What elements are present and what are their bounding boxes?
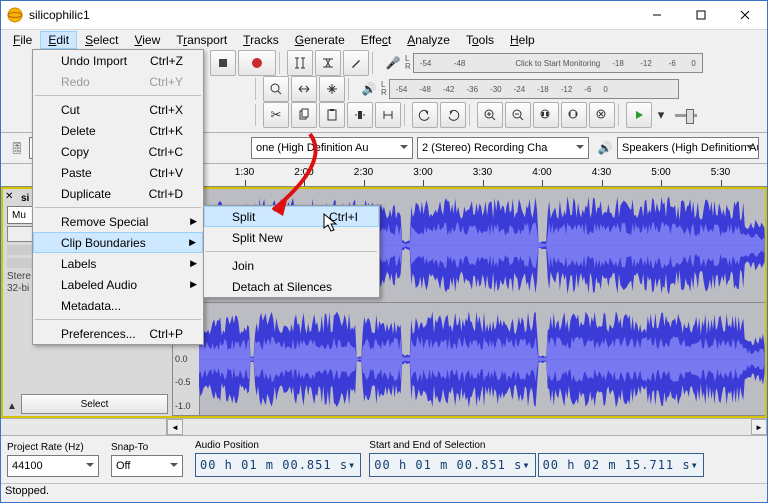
app-icon: [7, 7, 23, 23]
selection-start-display[interactable]: 00 h 01 m 00.851 s▾: [369, 453, 535, 477]
menu-tracks[interactable]: Tracks: [235, 31, 287, 49]
playback-device-combo[interactable]: Speakers (High Definition Audio: [617, 137, 759, 159]
zoom-toggle-button[interactable]: [589, 102, 615, 128]
track-close-button[interactable]: ✕: [5, 191, 13, 202]
selection-toolbar: Project Rate (Hz) 44100 Snap-To Off Audi…: [1, 435, 767, 483]
mic-icon: 🎤: [383, 56, 403, 70]
menu-item-labeled-audio[interactable]: Labeled Audio▶: [33, 274, 203, 295]
horizontal-scrollbar[interactable]: ◄ ►: [1, 418, 767, 435]
playback-meter[interactable]: -54-48-42-36-30-24-18-12-60: [389, 79, 679, 99]
menu-effect[interactable]: Effect: [353, 31, 399, 49]
menu-item-delete[interactable]: DeleteCtrl+K: [33, 120, 203, 141]
menu-item-metadata-[interactable]: Metadata...: [33, 295, 203, 316]
collapse-icon[interactable]: ▲: [7, 401, 17, 412]
fit-project-button[interactable]: [561, 102, 587, 128]
submenu-item-join[interactable]: Join: [204, 255, 379, 276]
silence-button[interactable]: [375, 102, 401, 128]
submenu-item-split-new[interactable]: Split New: [204, 227, 379, 248]
menu-item-labels[interactable]: Labels▶: [33, 253, 203, 274]
zoom-in-button[interactable]: [477, 102, 503, 128]
maximize-button[interactable]: [679, 1, 723, 29]
menu-item-paste[interactable]: PasteCtrl+V: [33, 162, 203, 183]
status-bar: Stopped.: [1, 483, 767, 502]
paste-button[interactable]: [319, 102, 345, 128]
window-title: silicophilic1: [29, 8, 635, 22]
snap-to-combo[interactable]: Off: [111, 455, 183, 477]
recording-device-combo[interactable]: one (High Definition Au: [251, 137, 413, 159]
redo-button[interactable]: [440, 102, 466, 128]
waveform-graphic: [199, 303, 765, 416]
selection-end-display[interactable]: 00 h 02 m 15.711 s▾: [538, 453, 704, 477]
menu-item-clip-boundaries[interactable]: Clip Boundaries▶: [33, 232, 203, 253]
copy-button[interactable]: [291, 102, 317, 128]
menu-item-copy[interactable]: CopyCtrl+C: [33, 141, 203, 162]
zoom-out-button[interactable]: [505, 102, 531, 128]
cut-button[interactable]: ✂: [263, 102, 289, 128]
undo-button[interactable]: [412, 102, 438, 128]
envelope-tool[interactable]: [315, 50, 341, 76]
audio-host-icon: 🎚: [7, 141, 27, 155]
menu-item-undo-import[interactable]: Undo ImportCtrl+Z: [33, 50, 203, 71]
clip-boundaries-submenu: SplitCtrl+ISplit New JoinDetach at Silenc…: [203, 205, 380, 298]
menu-file[interactable]: File: [5, 31, 40, 49]
menu-select[interactable]: Select: [77, 31, 126, 49]
close-button[interactable]: [723, 1, 767, 29]
recording-meter[interactable]: -54 -48 Click to Start Monitoring -18 -1…: [413, 53, 703, 73]
menu-tools[interactable]: Tools: [458, 31, 502, 49]
edit-menu-dropdown: Undo ImportCtrl+ZRedoCtrl+Y CutCtrl+XDele…: [32, 49, 204, 345]
fit-selection-button[interactable]: [533, 102, 559, 128]
scroll-right-button[interactable]: ►: [751, 419, 767, 435]
project-rate-combo[interactable]: 44100: [7, 455, 99, 477]
menu-item-cut[interactable]: CutCtrl+X: [33, 99, 203, 120]
selection-tool[interactable]: [287, 50, 313, 76]
draw-tool[interactable]: [343, 50, 369, 76]
stop-button[interactable]: [210, 50, 236, 76]
zoom-tool[interactable]: [263, 76, 289, 102]
timeshift-tool[interactable]: [291, 76, 317, 102]
multi-tool[interactable]: [319, 76, 345, 102]
play-speed-slider[interactable]: [675, 114, 697, 117]
record-button[interactable]: [238, 50, 276, 76]
submenu-item-split[interactable]: SplitCtrl+I: [204, 206, 379, 227]
submenu-item-detach-at-silences[interactable]: Detach at Silences: [204, 276, 379, 297]
menu-edit[interactable]: Edit: [40, 31, 77, 49]
recording-channels-combo[interactable]: 2 (Stereo) Recording Cha: [417, 137, 589, 159]
menu-item-preferences-[interactable]: Preferences...Ctrl+P: [33, 323, 203, 344]
menu-help[interactable]: Help: [502, 31, 543, 49]
menu-analyze[interactable]: Analyze: [399, 31, 458, 49]
track-name: si: [21, 193, 29, 204]
menu-view[interactable]: View: [126, 31, 168, 49]
menu-item-redo[interactable]: RedoCtrl+Y: [33, 71, 203, 92]
speaker-icon: 🔊: [359, 82, 379, 96]
menu-item-remove-special[interactable]: Remove Special▶: [33, 211, 203, 232]
menu-transport[interactable]: Transport: [168, 31, 235, 49]
menu-generate[interactable]: Generate: [287, 31, 353, 49]
waveform-right-channel[interactable]: 1.00.50.0-0.5-1.0: [173, 303, 765, 417]
scroll-left-button[interactable]: ◄: [167, 419, 183, 435]
play-at-speed-button[interactable]: [626, 102, 652, 128]
menubar: File Edit Select View Transport Tracks G…: [1, 30, 767, 50]
speaker-device-icon: 🔊: [595, 141, 615, 155]
trim-button[interactable]: [347, 102, 373, 128]
track-select-button[interactable]: Select: [21, 394, 168, 414]
audio-position-display[interactable]: 00 h 01 m 00.851 s▾: [195, 453, 361, 477]
menu-item-duplicate[interactable]: DuplicateCtrl+D: [33, 183, 203, 204]
play-speed-dropdown[interactable]: ▾: [654, 103, 668, 127]
titlebar: silicophilic1: [1, 1, 767, 30]
minimize-button[interactable]: [635, 1, 679, 29]
